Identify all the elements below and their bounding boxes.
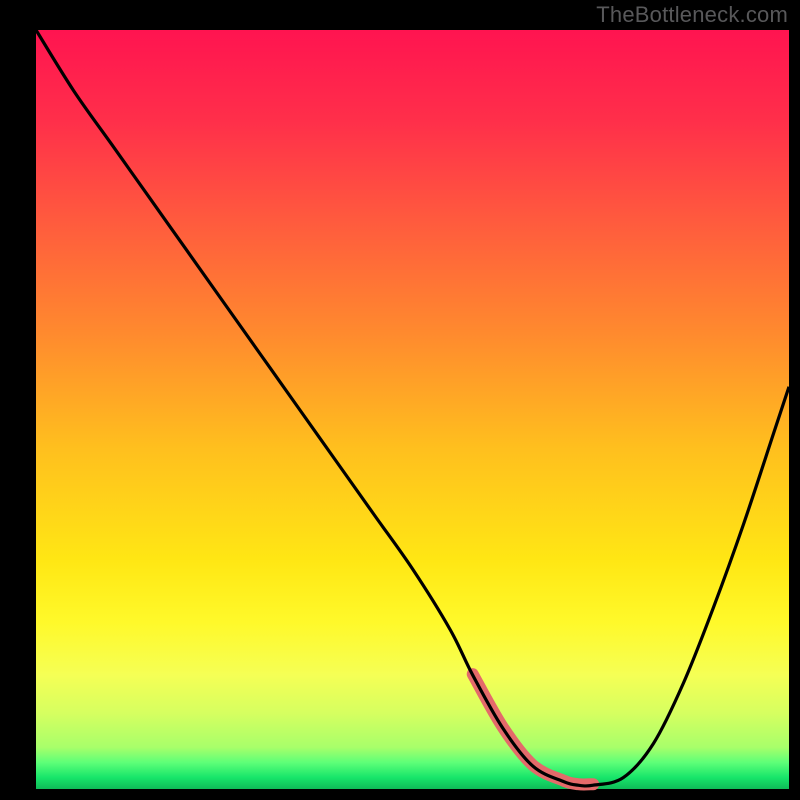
- bottleneck-chart: [0, 0, 800, 800]
- app-frame: TheBottleneck.com: [0, 0, 800, 800]
- chart-gradient-background: [36, 30, 789, 789]
